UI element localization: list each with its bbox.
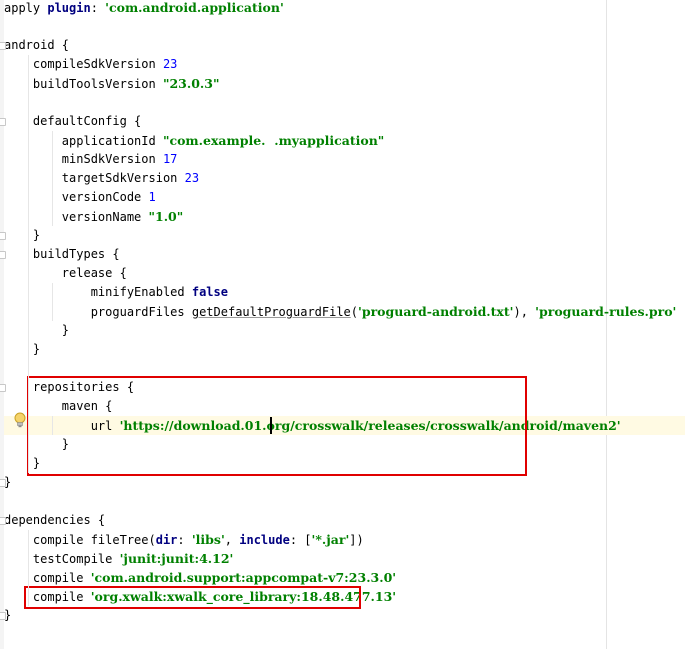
lightbulb-icon[interactable]	[14, 412, 26, 428]
indent-guide	[52, 416, 53, 435]
code-token-str: "23.0.3"	[162, 76, 220, 91]
code-token-plain: android {	[4, 38, 70, 52]
code-line[interactable]	[4, 17, 685, 36]
code-token-plain: apply	[4, 1, 48, 15]
code-token-plain: buildTypes {	[4, 247, 120, 261]
fold-marker-icon[interactable]	[0, 118, 6, 126]
code-line[interactable]: dependencies {	[4, 511, 685, 530]
code-token-plain: release {	[4, 266, 127, 280]
code-line[interactable]: }	[4, 226, 685, 245]
code-token-kw: plugin	[47, 1, 91, 15]
text-caret	[270, 417, 272, 434]
code-token-plain: }	[4, 228, 41, 242]
code-token-str: 'libs'	[191, 532, 225, 547]
code-line[interactable]: compileSdkVersion 23	[4, 55, 685, 74]
code-token-str: 'junit:junit:4.12'	[119, 551, 234, 566]
fold-marker-icon[interactable]	[0, 232, 6, 240]
code-token-plain: proguardFiles	[4, 305, 192, 319]
code-token-u: getDefaultProguardFile	[191, 305, 351, 319]
code-token-num: 17	[162, 152, 178, 166]
code-line[interactable]: compile fileTree(dir: 'libs', include: […	[4, 530, 685, 549]
code-line[interactable]: targetSdkVersion 23	[4, 169, 685, 188]
code-token-plain: }	[4, 342, 41, 356]
highlight-box-repositories	[27, 376, 527, 476]
code-token-plain: :	[90, 1, 106, 15]
code-token-num: 23	[184, 171, 200, 185]
code-token-plain: (	[350, 305, 359, 319]
code-token-str: 'com.android.support:appcompat-v7:23.3.0…	[90, 570, 397, 585]
code-token-plain: dependencies {	[4, 513, 106, 527]
code-line[interactable]	[4, 492, 685, 511]
code-token-plain: defaultConfig {	[4, 114, 142, 128]
code-token-str: 'proguard-rules.pro'	[535, 304, 677, 319]
code-line[interactable]: minifyEnabled false	[4, 283, 685, 302]
code-token-plain: ),	[513, 305, 536, 319]
code-token-str: 'com.android.application'	[105, 0, 284, 15]
code-token-plain: versionName	[4, 210, 149, 224]
code-token-kw: false	[191, 285, 228, 299]
code-token-plain: testCompile	[4, 552, 120, 566]
highlight-box-xwalk-dependency	[24, 586, 361, 609]
indent-guide	[28, 530, 29, 606]
fold-marker-icon[interactable]	[0, 42, 6, 50]
code-token-plain: ])	[349, 533, 364, 547]
code-token-plain: compile fileTree(	[4, 533, 156, 547]
indent-guide	[52, 283, 53, 321]
code-token-plain: minifyEnabled	[4, 285, 192, 299]
code-token-plain: : [	[289, 533, 312, 547]
code-token-str: "com.example. .myapplication"	[162, 133, 385, 148]
code-line[interactable]	[4, 93, 685, 112]
code-line[interactable]: }	[4, 340, 685, 359]
code-line[interactable]: apply plugin: 'com.android.application'	[4, 0, 685, 17]
code-token-str: '*.jar'	[311, 532, 350, 547]
fold-marker-icon[interactable]	[0, 384, 6, 392]
indent-guide	[52, 131, 53, 226]
code-token-plain: compile	[4, 571, 91, 585]
code-token-plain: targetSdkVersion	[4, 171, 185, 185]
code-token-plain: }	[4, 323, 70, 337]
code-line[interactable]: buildTypes {	[4, 245, 685, 264]
code-line[interactable]: versionName "1.0"	[4, 207, 685, 226]
code-line[interactable]: minSdkVersion 17	[4, 150, 685, 169]
code-token-num: 1	[148, 190, 156, 204]
code-line[interactable]: applicationId "com.example. .myapplicati…	[4, 131, 685, 150]
code-token-plain: versionCode	[4, 190, 149, 204]
code-token-plain: ,	[224, 533, 240, 547]
fold-marker-icon[interactable]	[0, 479, 6, 487]
code-line[interactable]: proguardFiles getDefaultProguardFile('pr…	[4, 302, 685, 321]
code-line[interactable]: android {	[4, 36, 685, 55]
code-token-num: 23	[162, 57, 178, 71]
code-line[interactable]: }	[4, 321, 685, 340]
code-line[interactable]: buildToolsVersion "23.0.3"	[4, 74, 685, 93]
code-line[interactable]: compile 'com.android.support:appcompat-v…	[4, 568, 685, 587]
code-token-str: 'proguard-android.txt'	[358, 304, 514, 319]
code-line[interactable]: versionCode 1	[4, 188, 685, 207]
code-line[interactable]: testCompile 'junit:junit:4.12'	[4, 549, 685, 568]
fold-marker-icon[interactable]	[0, 612, 6, 620]
code-token-kw: include	[239, 533, 290, 547]
code-editor[interactable]: apply plugin: 'com.android.application' a…	[0, 0, 685, 649]
indent-guide	[28, 55, 29, 473]
code-line[interactable]: release {	[4, 264, 685, 283]
code-token-kw: dir	[155, 533, 178, 547]
fold-marker-icon[interactable]	[0, 517, 6, 525]
code-line[interactable]: defaultConfig {	[4, 112, 685, 131]
code-token-plain: :	[177, 533, 192, 547]
fold-marker-icon[interactable]	[0, 251, 6, 259]
code-token-str: "1.0"	[148, 209, 184, 224]
